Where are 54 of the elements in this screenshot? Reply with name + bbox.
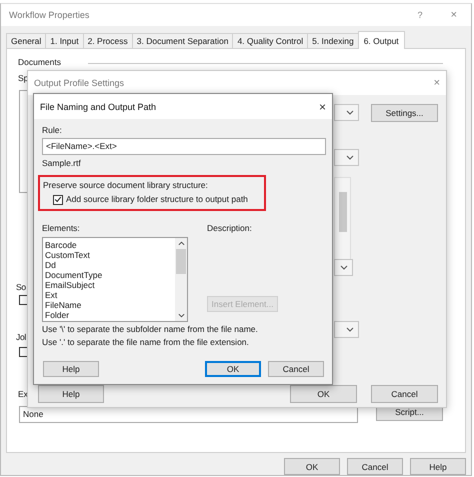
close-button[interactable]: × bbox=[450, 9, 457, 21]
dialog-button[interactable]: Help bbox=[410, 458, 466, 475]
checkbox[interactable] bbox=[53, 194, 63, 204]
list-item[interactable]: Folder bbox=[45, 310, 70, 320]
tab[interactable]: 1. Input bbox=[45, 33, 84, 48]
chevron-down-icon bbox=[346, 327, 354, 332]
field-label: Rule: bbox=[42, 125, 62, 136]
chevron-down-icon bbox=[346, 110, 354, 115]
settings-button[interactable]: Settings... bbox=[371, 104, 438, 122]
dialog-button[interactable]: Cancel bbox=[268, 361, 324, 377]
hint-text: Use '\' to separate the subfolder name from the file name. bbox=[42, 324, 258, 335]
tab[interactable]: 5. Indexing bbox=[307, 33, 359, 48]
list-item[interactable]: DocumentType bbox=[45, 270, 102, 280]
field-label: Description: bbox=[207, 223, 252, 234]
help-button[interactable]: ? bbox=[418, 10, 423, 20]
dialog-title: File Naming and Output Path bbox=[40, 102, 156, 112]
tab[interactable]: 3. Document Separation bbox=[132, 33, 234, 48]
field-label: Elements: bbox=[42, 223, 80, 234]
dialog-button[interactable]: Help bbox=[43, 361, 99, 377]
dialog-button[interactable]: Cancel bbox=[347, 458, 403, 475]
rule-field[interactable]: <FileName>.<Ext> bbox=[42, 138, 326, 155]
list-item[interactable]: Barcode bbox=[45, 240, 77, 250]
close-button[interactable]: × bbox=[434, 77, 440, 89]
element-list[interactable]: Barcode CustomText Dd DocumentType EmailSubject Ext FileName Folder bbox=[42, 237, 188, 322]
section-title: Documents bbox=[18, 57, 61, 67]
group-label: Preserve source document library structure: bbox=[43, 180, 208, 190]
list-item[interactable]: Dd bbox=[45, 260, 56, 270]
list-item[interactable]: FileName bbox=[45, 300, 82, 310]
close-button[interactable]: × bbox=[318, 100, 326, 114]
tab[interactable]: General bbox=[6, 33, 46, 48]
chevron-down-icon[interactable] bbox=[178, 313, 184, 318]
tab[interactable]: 6. Output bbox=[358, 31, 405, 49]
list-item[interactable]: Ext bbox=[45, 290, 58, 300]
sample-text: Sample.rtf bbox=[42, 158, 81, 169]
ok-button[interactable]: OK bbox=[290, 385, 357, 403]
field-label: So bbox=[16, 282, 26, 292]
dropdown[interactable] bbox=[334, 259, 353, 276]
chevron-up-icon[interactable] bbox=[178, 241, 184, 246]
help-button[interactable]: Help bbox=[38, 385, 104, 403]
tab[interactable]: 4. Quality Control bbox=[232, 33, 308, 48]
field-label: Jol bbox=[16, 332, 26, 342]
list-item[interactable]: CustomText bbox=[45, 250, 90, 260]
dialog-button[interactable]: OK bbox=[205, 361, 261, 377]
chevron-down-icon bbox=[340, 265, 348, 270]
list-item[interactable]: EmailSubject bbox=[45, 280, 95, 290]
chevron-down-icon bbox=[346, 155, 354, 160]
checkbox-label[interactable]: Add source library folder structure to output path bbox=[66, 194, 248, 205]
field-label: Ex bbox=[18, 389, 28, 399]
dialog-title: Output Profile Settings bbox=[34, 78, 124, 88]
hint-text: Use '.' to separate the file name from the file extension. bbox=[42, 337, 249, 348]
window-title: Workflow Properties bbox=[9, 10, 90, 20]
cancel-button[interactable]: Cancel bbox=[371, 385, 438, 403]
dialog-button[interactable]: OK bbox=[284, 458, 340, 475]
scrollbar[interactable] bbox=[175, 238, 187, 321]
